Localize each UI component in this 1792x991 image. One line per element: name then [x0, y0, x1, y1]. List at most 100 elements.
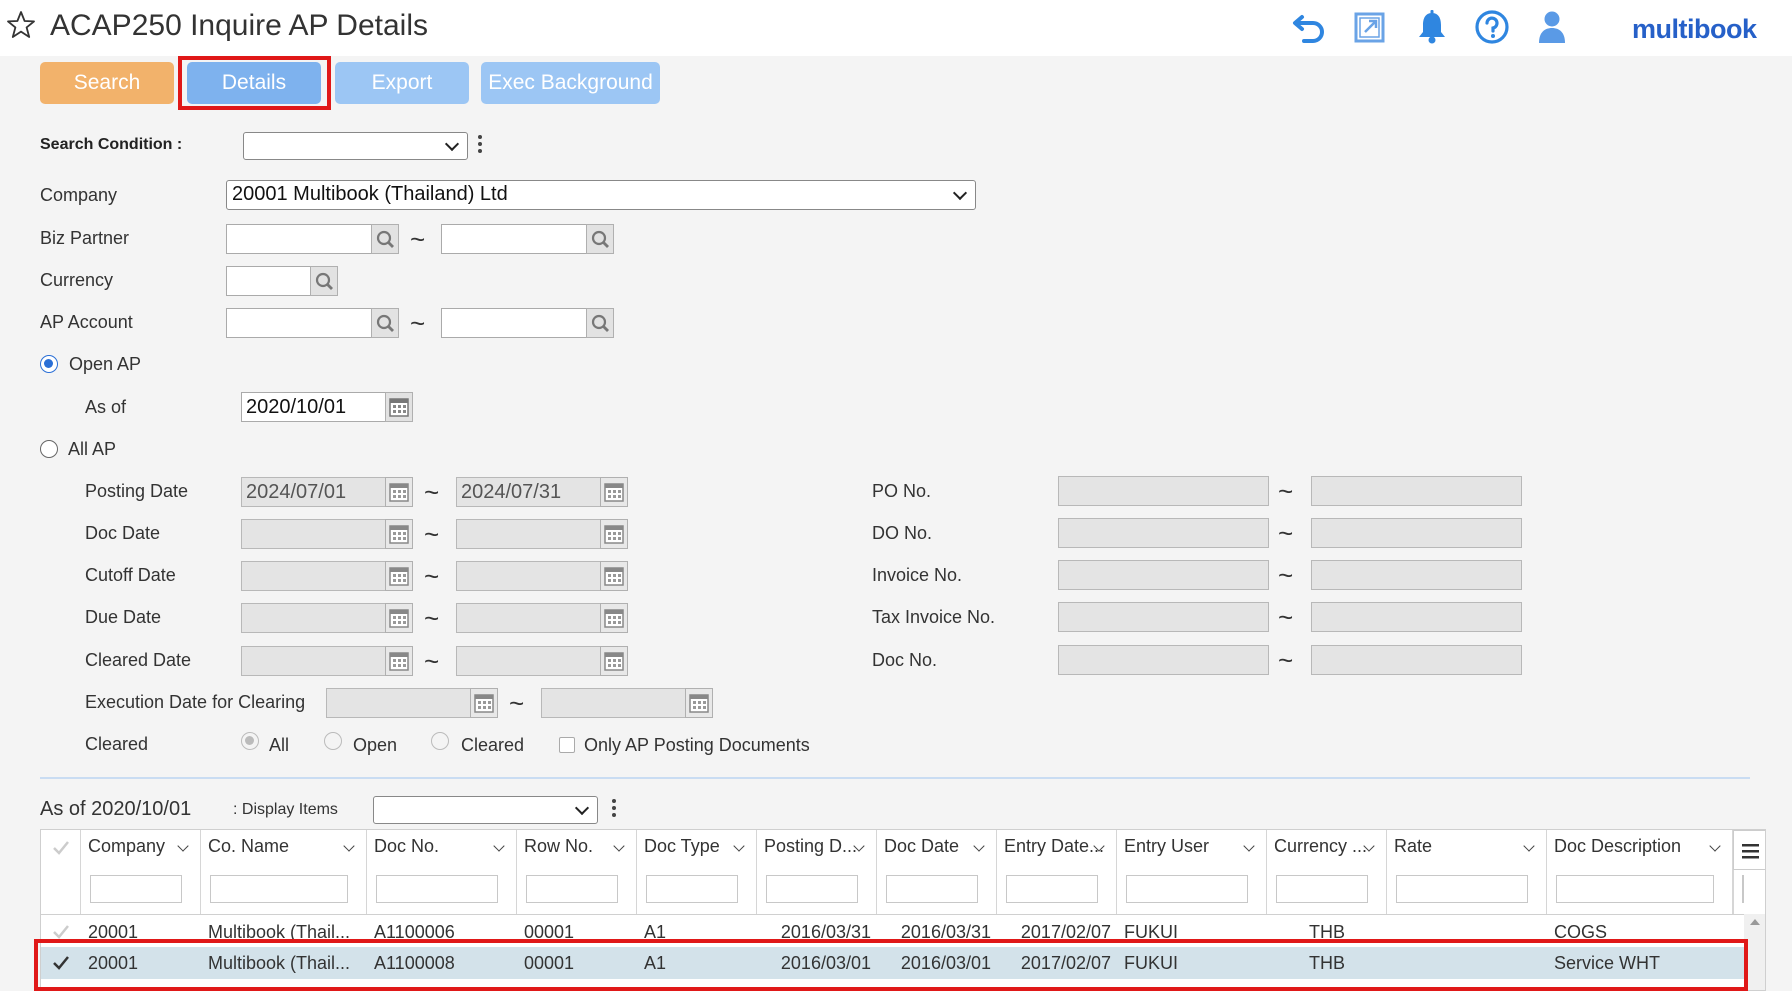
execution-date-from-calendar-button[interactable] [470, 688, 498, 718]
chevron-down-icon[interactable] [493, 840, 505, 852]
biz-partner-from-search-button[interactable] [371, 224, 399, 254]
column-filter-input[interactable] [376, 875, 498, 903]
cleared-date-from-input[interactable] [241, 646, 386, 676]
posting-date-to-input[interactable]: 2024/07/31 [456, 477, 601, 507]
column-filter-input[interactable] [1742, 875, 1744, 903]
grid-column-header[interactable]: Doc Date [877, 830, 997, 914]
only-ap-posting-checkbox[interactable] [559, 737, 575, 753]
grid-column-header[interactable]: Rate [1387, 830, 1547, 914]
currency-search-button[interactable] [310, 266, 338, 296]
doc-no-from-input[interactable] [1058, 645, 1269, 675]
star-icon[interactable] [6, 10, 36, 40]
chevron-down-icon[interactable] [343, 840, 355, 852]
grid-column-header[interactable]: Row No. [517, 830, 637, 914]
ap-account-from-input[interactable] [226, 308, 372, 338]
search-button[interactable]: Search [40, 62, 174, 104]
grid-column-header[interactable]: Posting D... [757, 830, 877, 914]
doc-date-to-calendar-button[interactable] [600, 519, 628, 549]
currency-input[interactable] [226, 266, 311, 296]
chevron-down-icon[interactable] [177, 840, 189, 852]
display-items-select[interactable] [373, 796, 598, 824]
grid-column-header[interactable]: Co. Name [201, 830, 367, 914]
grid-column-header[interactable]: Company [81, 830, 201, 914]
due-date-from-calendar-button[interactable] [385, 603, 413, 633]
grid-column-header[interactable]: Doc No. [367, 830, 517, 914]
column-filter-input[interactable] [766, 875, 858, 903]
due-date-to-input[interactable] [456, 603, 601, 633]
column-filter-input[interactable] [1126, 875, 1248, 903]
chevron-down-icon[interactable] [613, 840, 625, 852]
grid-column-header[interactable]: Currency ... [1267, 830, 1387, 914]
posting-date-from-calendar-button[interactable] [385, 477, 413, 507]
column-filter-input[interactable] [1006, 875, 1098, 903]
invoice-no-to-input[interactable] [1311, 560, 1522, 590]
grid-column-header[interactable]: Entry Date... [997, 830, 1117, 914]
cutoff-date-to-input[interactable] [456, 561, 601, 591]
column-filter-input[interactable] [1396, 875, 1528, 903]
posting-date-to-calendar-button[interactable] [600, 477, 628, 507]
cleared-date-to-calendar-button[interactable] [600, 646, 628, 676]
exec-background-button[interactable]: Exec Background [481, 62, 660, 104]
tax-invoice-no-to-input[interactable] [1311, 602, 1522, 632]
user-icon[interactable] [1534, 8, 1570, 46]
do-no-from-input[interactable] [1058, 518, 1269, 548]
ap-account-to-search-button[interactable] [586, 308, 614, 338]
cutoff-date-from-input[interactable] [241, 561, 386, 591]
doc-date-from-input[interactable] [241, 519, 386, 549]
po-no-to-input[interactable] [1311, 476, 1522, 506]
execution-date-to-input[interactable] [541, 688, 686, 718]
column-filter-input[interactable] [526, 875, 618, 903]
do-no-to-input[interactable] [1311, 518, 1522, 548]
chevron-down-icon[interactable] [1523, 840, 1535, 852]
as-of-date-input[interactable]: 2020/10/01 [241, 392, 386, 422]
search-condition-select[interactable] [243, 132, 468, 160]
export-button[interactable]: Export [335, 62, 469, 104]
all-ap-radio[interactable] [40, 440, 58, 458]
grid-column-header[interactable]: Doc Description [1547, 830, 1733, 914]
column-filter-input[interactable] [646, 875, 738, 903]
bell-icon[interactable] [1414, 8, 1450, 46]
company-select[interactable]: 20001 Multibook (Thailand) Ltd [226, 180, 976, 210]
grid-more-options-icon[interactable] [611, 797, 617, 821]
scroll-up-icon[interactable] [1744, 914, 1766, 930]
biz-partner-from-input[interactable] [226, 224, 372, 254]
help-icon[interactable] [1474, 8, 1510, 46]
grid-column-header[interactable]: Doc Type [637, 830, 757, 914]
posting-date-from-input[interactable]: 2024/07/01 [241, 477, 386, 507]
column-filter-input[interactable] [1556, 875, 1714, 903]
ap-account-to-input[interactable] [441, 308, 587, 338]
ap-account-from-search-button[interactable] [371, 308, 399, 338]
execution-date-from-input[interactable] [326, 688, 471, 718]
chevron-down-icon[interactable] [1243, 840, 1255, 852]
column-filter-input[interactable] [90, 875, 182, 903]
biz-partner-to-input[interactable] [441, 224, 587, 254]
grid-select-all-header[interactable] [41, 830, 81, 914]
cleared-open-radio[interactable] [324, 732, 342, 750]
cleared-cleared-radio[interactable] [431, 732, 449, 750]
back-icon[interactable] [1292, 8, 1328, 46]
due-date-to-calendar-button[interactable] [600, 603, 628, 633]
execution-date-to-calendar-button[interactable] [685, 688, 713, 718]
cleared-all-radio[interactable] [241, 732, 259, 750]
chevron-down-icon[interactable] [733, 840, 745, 852]
invoice-no-from-input[interactable] [1058, 560, 1269, 590]
cleared-date-to-input[interactable] [456, 646, 601, 676]
more-options-icon[interactable] [477, 133, 483, 157]
column-filter-input[interactable] [886, 875, 978, 903]
cutoff-date-to-calendar-button[interactable] [600, 561, 628, 591]
po-no-from-input[interactable] [1058, 476, 1269, 506]
doc-no-to-input[interactable] [1311, 645, 1522, 675]
due-date-from-input[interactable] [241, 603, 386, 633]
grid-menu-button[interactable] [1733, 830, 1765, 870]
chevron-down-icon[interactable] [1709, 840, 1721, 852]
grid-column-header[interactable]: Entry User [1117, 830, 1267, 914]
cutoff-date-from-calendar-button[interactable] [385, 561, 413, 591]
doc-date-from-calendar-button[interactable] [385, 519, 413, 549]
tax-invoice-no-from-input[interactable] [1058, 602, 1269, 632]
popout-icon[interactable] [1352, 8, 1388, 46]
cleared-date-from-calendar-button[interactable] [385, 646, 413, 676]
biz-partner-to-search-button[interactable] [586, 224, 614, 254]
doc-date-to-input[interactable] [456, 519, 601, 549]
chevron-down-icon[interactable] [973, 840, 985, 852]
column-filter-input[interactable] [210, 875, 348, 903]
